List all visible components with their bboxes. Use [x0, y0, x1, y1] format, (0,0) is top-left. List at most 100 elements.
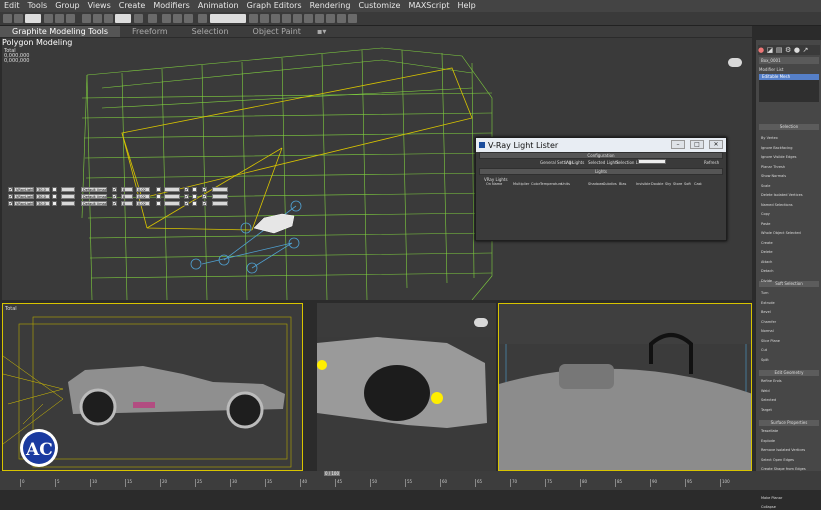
- modify-tab-icon[interactable]: ◪: [767, 46, 774, 54]
- subdivs-spinner[interactable]: 8: [121, 194, 133, 199]
- reference-coordinate-dropdown[interactable]: [115, 14, 131, 23]
- on-checkbox[interactable]: ✔: [8, 201, 13, 206]
- percent-snap-icon[interactable]: [184, 14, 193, 23]
- multiplier-spinner[interactable]: 30.0: [36, 194, 50, 199]
- layer-manager-icon[interactable]: [271, 14, 280, 23]
- menu-create[interactable]: Create: [115, 0, 150, 12]
- pivot-center-icon[interactable]: [134, 14, 143, 23]
- multiplier-spinner[interactable]: 30.0: [36, 201, 50, 206]
- subdivs-spinner[interactable]: 8: [121, 187, 133, 192]
- double-dropdown[interactable]: [164, 194, 180, 199]
- selection-filter-dropdown[interactable]: [25, 14, 41, 23]
- menu-customize[interactable]: Customize: [354, 0, 404, 12]
- rectangle-selection-icon[interactable]: [66, 14, 75, 23]
- panel-item[interactable]: Collapse: [761, 504, 817, 510]
- panel-item[interactable]: Planar Thresh: [761, 164, 817, 170]
- panel-item[interactable]: Whole Object Selected: [761, 230, 817, 236]
- select-manipulate-icon[interactable]: [148, 14, 157, 23]
- menu-help[interactable]: Help: [454, 0, 480, 12]
- cast-spinner[interactable]: [212, 187, 228, 192]
- configuration-rollout[interactable]: Configuration: [479, 152, 723, 159]
- soft-checkbox[interactable]: ✔: [202, 187, 207, 192]
- panel-item[interactable]: Split: [761, 357, 817, 363]
- units-dropdown[interactable]: Default (image): [81, 201, 107, 206]
- shadows-checkbox[interactable]: ✔: [112, 194, 117, 199]
- redo-icon[interactable]: [14, 14, 23, 23]
- viewcube-icon[interactable]: [474, 318, 488, 327]
- dialog-titlebar[interactable]: V-Ray Light Lister – □ ✕: [476, 138, 726, 152]
- menu-animation[interactable]: Animation: [194, 0, 243, 12]
- temperature-spinner[interactable]: [61, 201, 75, 206]
- menu-rendering[interactable]: Rendering: [306, 0, 355, 12]
- render-setup-icon[interactable]: [326, 14, 335, 23]
- units-dropdown[interactable]: Default (image): [81, 194, 107, 199]
- panel-item[interactable]: Scale: [761, 183, 817, 189]
- bias-spinner[interactable]: 0.02: [136, 201, 150, 206]
- menu-group[interactable]: Group: [51, 0, 83, 12]
- subdivs-spinner[interactable]: 8: [121, 201, 133, 206]
- panel-item[interactable]: Show Normals: [761, 173, 817, 179]
- menu-edit[interactable]: Edit: [0, 0, 24, 12]
- select-rotate-icon[interactable]: [93, 14, 102, 23]
- menu-tools[interactable]: Tools: [24, 0, 52, 12]
- panel-item[interactable]: Named Selections: [761, 202, 817, 208]
- cockpit-camera-viewport[interactable]: [498, 303, 752, 471]
- time-slider[interactable]: 0 / 100: [324, 471, 340, 476]
- on-checkbox[interactable]: ✔: [8, 194, 13, 199]
- units-dropdown[interactable]: Default (image): [81, 187, 107, 192]
- panel-item[interactable]: Tessellate: [761, 428, 817, 434]
- hierarchy-tab-icon[interactable]: ▤: [776, 46, 783, 54]
- soft-checkbox[interactable]: ✔: [202, 194, 207, 199]
- rollout-edit-geometry[interactable]: Edit Geometry: [759, 370, 819, 376]
- render-frame-icon[interactable]: [337, 14, 346, 23]
- double-dropdown[interactable]: [164, 201, 180, 206]
- timeline[interactable]: 0 / 100 0 5 10 15 20 25 30 35 40 45 50 55 60 65 70 75 80…: [0, 471, 821, 490]
- display-tab-icon[interactable]: ●: [794, 46, 800, 54]
- on-checkbox[interactable]: ✔: [8, 187, 13, 192]
- named-selection-sets-dropdown[interactable]: [210, 14, 246, 23]
- ribbon-options-icon[interactable]: ▪▾: [313, 26, 330, 37]
- soft-checkbox[interactable]: ✔: [202, 201, 207, 206]
- command-panel-tabs[interactable]: ● ◪ ▤ ⚙ ● ↗: [758, 45, 820, 55]
- panel-item[interactable]: Turn: [761, 290, 817, 296]
- panel-item[interactable]: Ignore Backfacing: [761, 145, 817, 151]
- render-production-icon[interactable]: [348, 14, 357, 23]
- panel-item[interactable]: Copy: [761, 211, 817, 217]
- create-tab-icon[interactable]: ●: [758, 46, 764, 54]
- light-name-field[interactable]: VRayLight02: [14, 194, 34, 199]
- light-name-field[interactable]: VRayLight03: [14, 201, 34, 206]
- modifier-stack[interactable]: Editable Mesh: [759, 74, 819, 102]
- light-name-field[interactable]: VRayLight01: [14, 187, 34, 192]
- angle-snap-icon[interactable]: [173, 14, 182, 23]
- panel-item[interactable]: Paste: [761, 221, 817, 227]
- panel-item[interactable]: Normal: [761, 328, 817, 334]
- panel-item[interactable]: Delete Isolated Vertices: [761, 192, 817, 198]
- cast-spinner[interactable]: [212, 194, 228, 199]
- store-checkbox[interactable]: [192, 201, 197, 206]
- undo-icon[interactable]: [3, 14, 12, 23]
- curve-editor-icon[interactable]: [293, 14, 302, 23]
- select-by-name-icon[interactable]: [55, 14, 64, 23]
- motion-tab-icon[interactable]: ⚙: [785, 46, 791, 54]
- schematic-view-icon[interactable]: [304, 14, 313, 23]
- panel-item[interactable]: By Vertex: [761, 135, 817, 141]
- left-camera-viewport[interactable]: Total AC: [2, 303, 303, 471]
- viewport-label[interactable]: Polygon Modeling: [2, 38, 72, 47]
- invisible-checkbox[interactable]: [156, 187, 161, 192]
- menu-views[interactable]: Views: [84, 0, 115, 12]
- tab-object-paint[interactable]: Object Paint: [241, 26, 313, 37]
- graphite-toggle-icon[interactable]: [282, 14, 291, 23]
- object-name-field[interactable]: Box_0001: [759, 57, 819, 64]
- panel-item[interactable]: Bevel: [761, 309, 817, 315]
- multiplier-spinner[interactable]: 30.0: [36, 187, 50, 192]
- front-camera-viewport[interactable]: [317, 303, 496, 471]
- panel-item[interactable]: Divide: [761, 278, 817, 284]
- panel-item[interactable]: Selected: [761, 397, 817, 403]
- modifier-list-dropdown[interactable]: Modifier List: [759, 67, 819, 73]
- panel-item[interactable]: Extrude: [761, 300, 817, 306]
- sky-checkbox[interactable]: ✔: [184, 194, 189, 199]
- select-scale-icon[interactable]: [104, 14, 113, 23]
- viewcube-icon[interactable]: [728, 58, 742, 67]
- rollout-selection[interactable]: Selection: [759, 124, 819, 130]
- align-icon[interactable]: [260, 14, 269, 23]
